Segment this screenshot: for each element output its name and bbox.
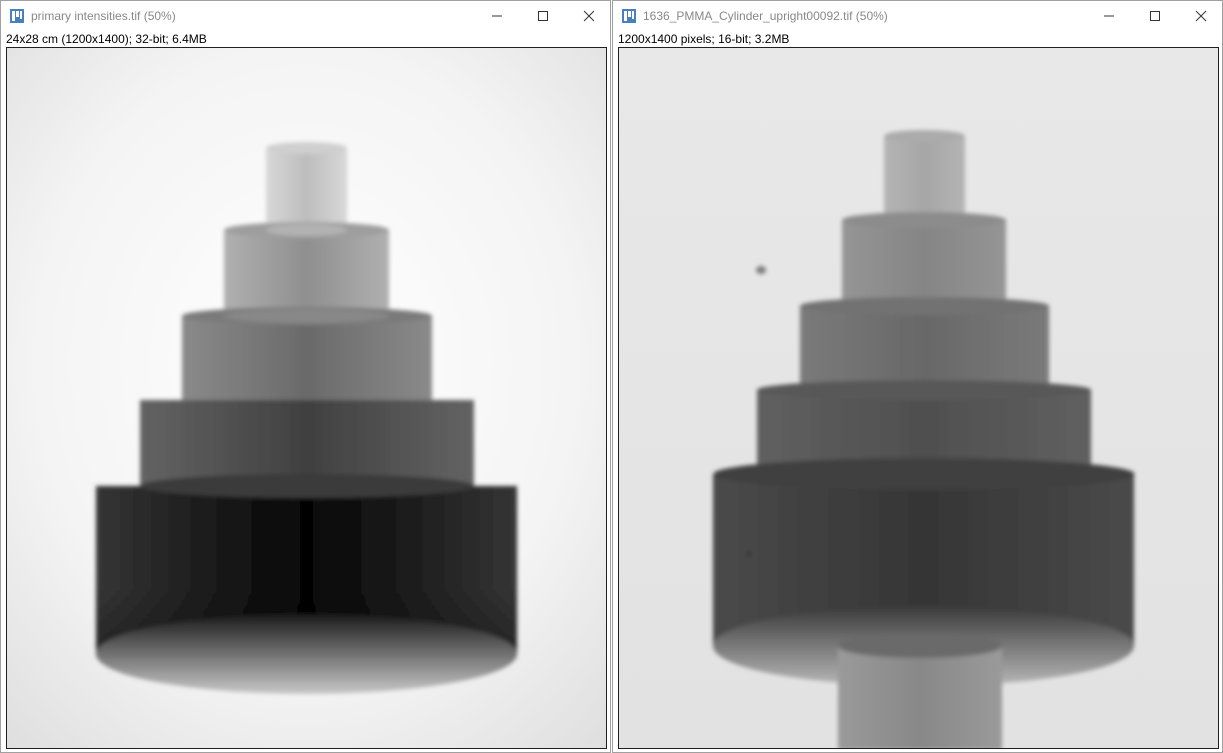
image-window-pmma-cylinder[interactable]: 1636_PMMA_Cylinder_upright00092.tif (50%… — [612, 0, 1223, 753]
image-canvas[interactable] — [6, 47, 607, 749]
close-button[interactable] — [566, 1, 612, 31]
maximize-icon — [1150, 11, 1160, 21]
image-info: 1200x1400 pixels; 16-bit; 3.2MB — [618, 32, 790, 46]
radiograph-image — [7, 48, 606, 748]
image-window-primary-intensities[interactable]: primary intensities.tif (50%) 24x28 cm (… — [0, 0, 611, 753]
minimize-icon — [1104, 15, 1114, 17]
image-canvas[interactable] — [618, 47, 1219, 749]
close-button[interactable] — [1178, 1, 1223, 31]
window-title: primary intensities.tif (50%) — [31, 9, 176, 23]
minimize-icon — [492, 15, 502, 17]
close-icon — [1195, 10, 1207, 22]
image-info: 24x28 cm (1200x1400); 32-bit; 6.4MB — [6, 32, 207, 46]
imagej-icon — [622, 9, 636, 23]
title-bar[interactable]: 1636_PMMA_Cylinder_upright00092.tif (50%… — [613, 1, 1222, 31]
radiograph-image — [619, 48, 1218, 748]
imagej-icon — [10, 9, 24, 23]
title-bar[interactable]: primary intensities.tif (50%) — [1, 1, 610, 31]
maximize-button[interactable] — [520, 1, 566, 31]
close-icon — [583, 10, 595, 22]
maximize-icon — [538, 11, 548, 21]
minimize-button[interactable] — [474, 1, 520, 31]
window-title: 1636_PMMA_Cylinder_upright00092.tif (50%… — [643, 9, 888, 23]
maximize-button[interactable] — [1132, 1, 1178, 31]
minimize-button[interactable] — [1086, 1, 1132, 31]
